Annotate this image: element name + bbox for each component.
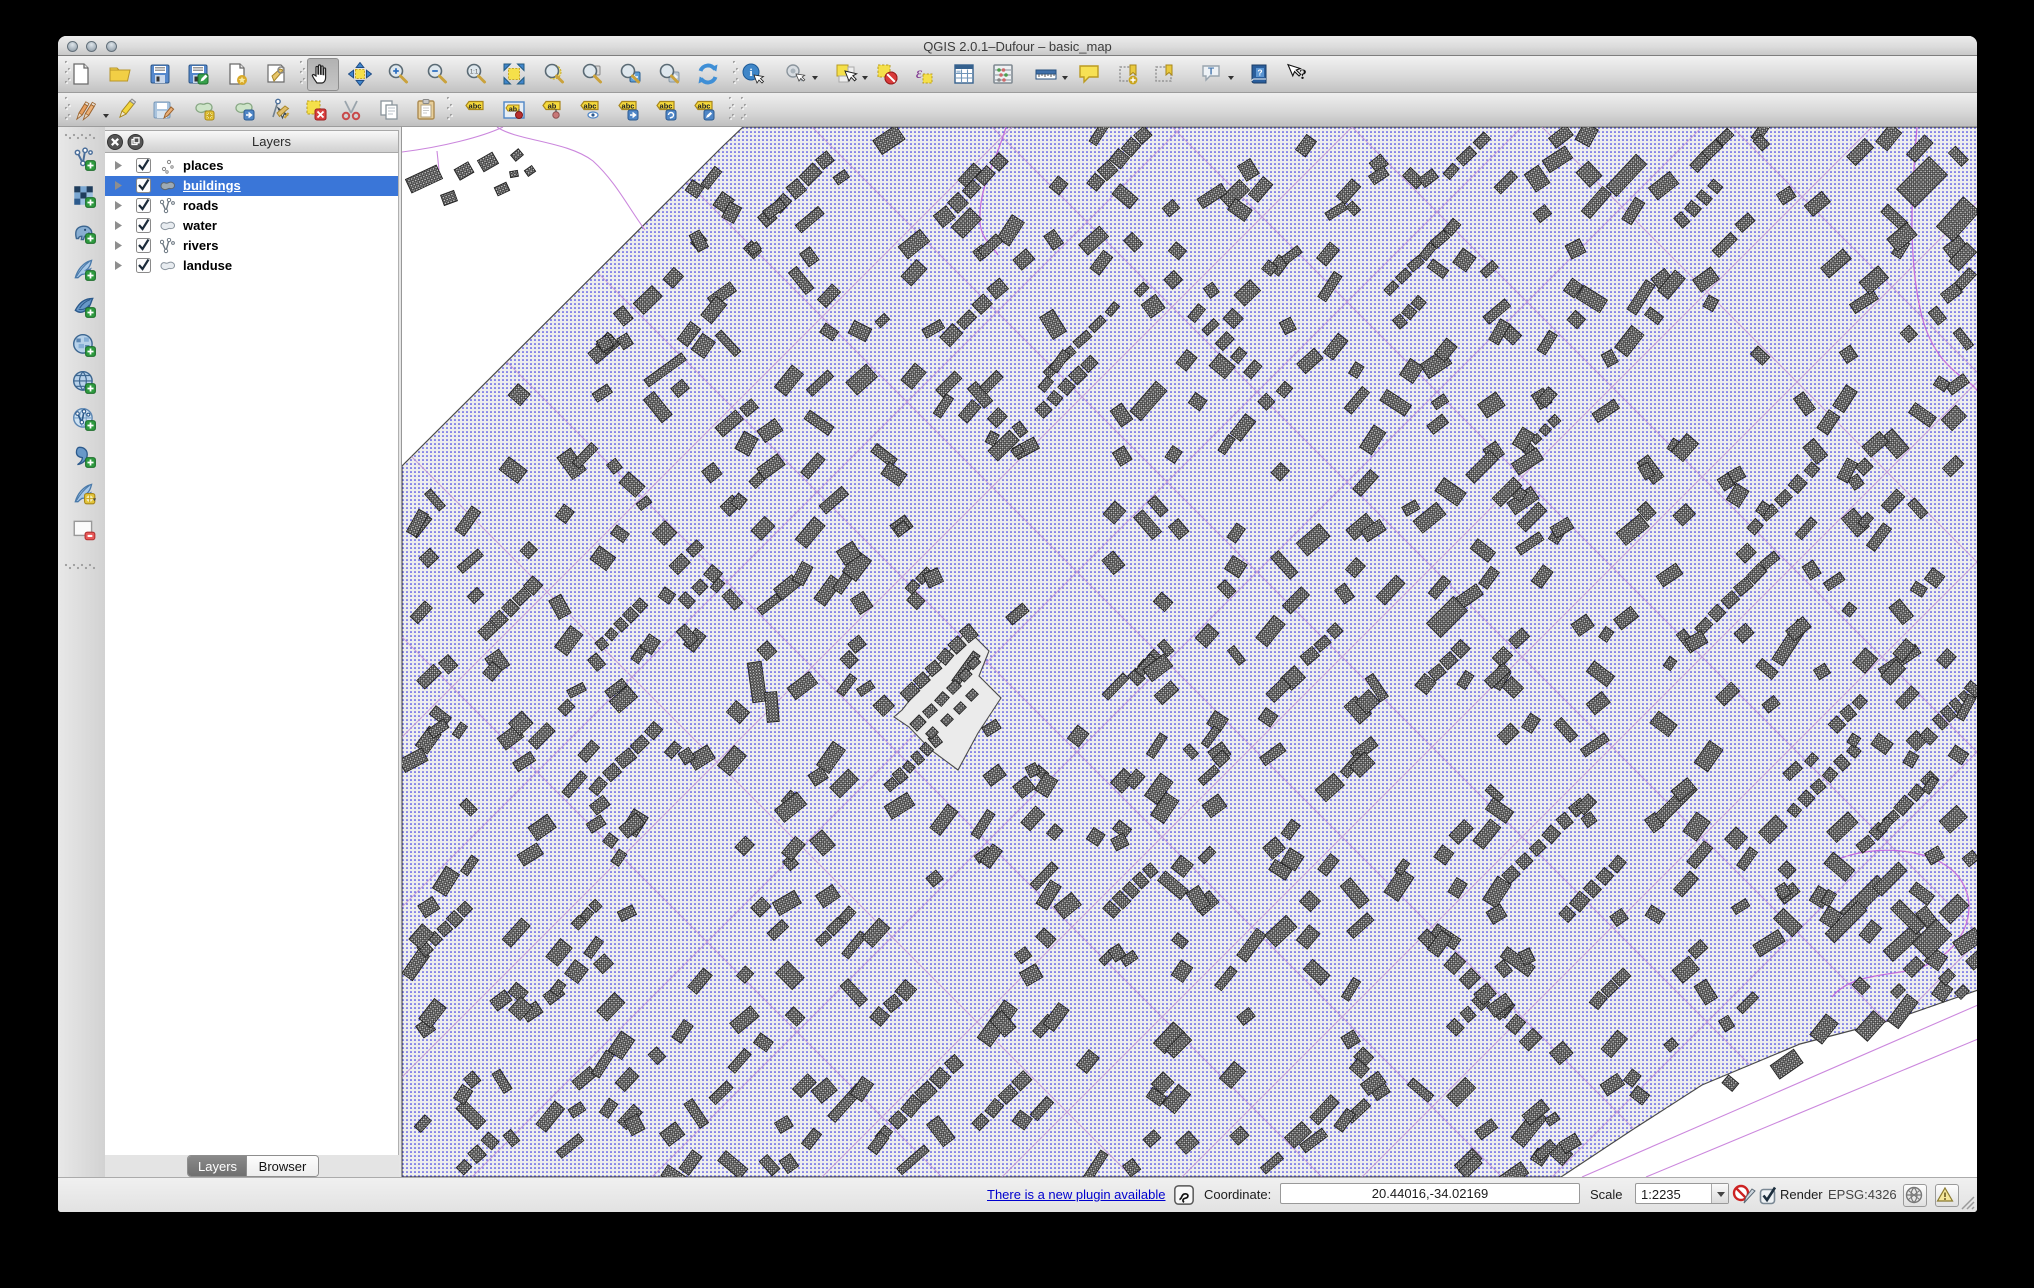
svg-text:abc: abc: [698, 102, 711, 111]
svg-text:ε: ε: [916, 65, 923, 82]
svg-text:i: i: [749, 67, 752, 79]
svg-text:1:1: 1:1: [470, 70, 479, 76]
svg-text:abc: abc: [469, 102, 482, 111]
svg-text:abc: abc: [660, 102, 673, 111]
svg-text:?: ?: [1257, 68, 1262, 78]
svg-text:T: T: [1208, 67, 1214, 78]
svg-text:?: ?: [1299, 67, 1307, 83]
svg-text:ab: ab: [509, 107, 517, 114]
svg-text:abc: abc: [622, 102, 635, 111]
svg-text:abc: abc: [584, 102, 597, 111]
